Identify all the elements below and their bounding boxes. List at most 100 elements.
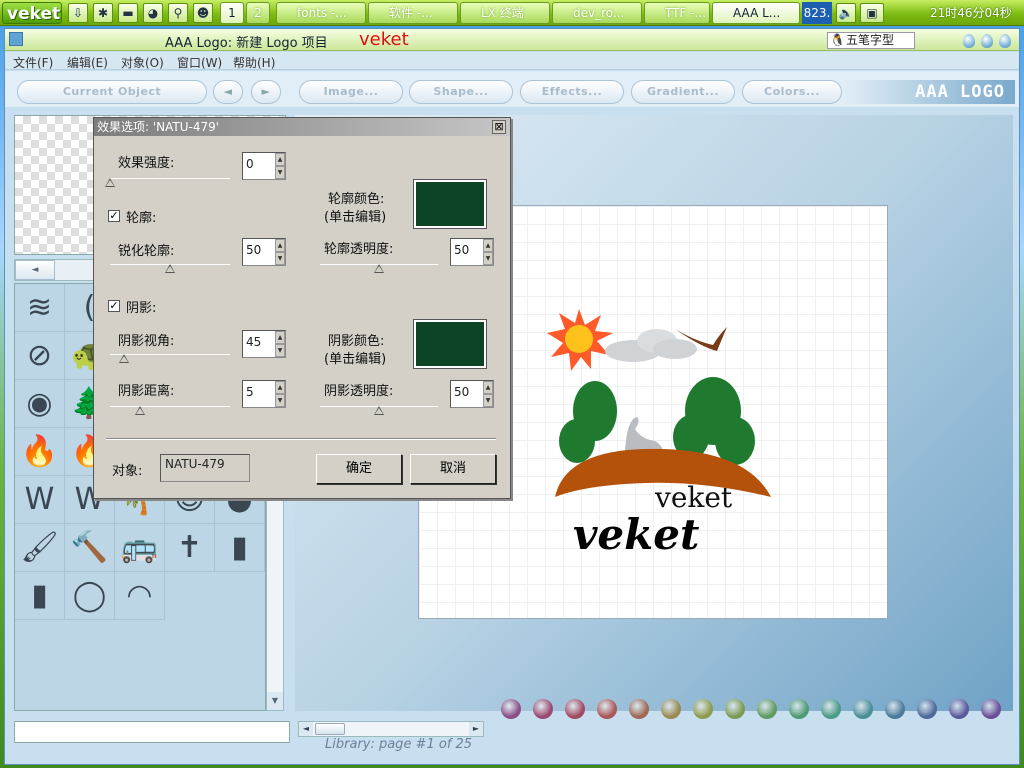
spin-down-arrow[interactable]: ▼ [483, 252, 493, 265]
library-icon-cell[interactable]: ◠ [115, 572, 165, 620]
chat-icon[interactable]: ☻ [193, 3, 213, 23]
task-button-aaalogo[interactable]: AAA L... [712, 2, 800, 24]
scroll-left-arrow[interactable]: ◄ [15, 260, 55, 280]
minimize-icon[interactable] [963, 34, 975, 48]
spin-up-arrow[interactable]: ▲ [483, 239, 493, 252]
scroll-down-arrow[interactable]: ▼ [267, 692, 283, 710]
menu-help[interactable]: 帮助(H) [233, 54, 275, 71]
color-swatch-dot[interactable] [629, 699, 649, 719]
spin-up-arrow[interactable]: ▲ [483, 381, 493, 394]
library-next-arrow[interactable]: ► [469, 722, 483, 736]
settings-icon[interactable]: ✱ [93, 3, 113, 23]
browser-icon[interactable]: ◕ [143, 3, 163, 23]
workspace-2-button[interactable]: 2 [246, 2, 270, 24]
colors-button[interactable]: Colors... [742, 80, 842, 104]
library-icon-cell[interactable]: ▮ [215, 524, 265, 572]
library-scroll-thumb[interactable] [315, 723, 345, 735]
color-swatch-dot[interactable] [789, 699, 809, 719]
current-object-button[interactable]: Current Object [17, 80, 207, 104]
search-icon[interactable]: ⚲ [168, 3, 188, 23]
library-prev-arrow[interactable]: ◄ [299, 722, 313, 736]
library-icon-cell[interactable]: ▮ [15, 572, 65, 620]
library-icon-cell[interactable]: 🚌 [115, 524, 165, 572]
color-swatch-dot[interactable] [565, 699, 585, 719]
color-swatch-dot[interactable] [917, 699, 937, 719]
library-icon-cell[interactable]: ◯ [65, 572, 115, 620]
gradient-button[interactable]: Gradient... [631, 80, 735, 104]
library-icon-cell[interactable]: W [15, 476, 65, 524]
terminal-icon[interactable]: ▬ [118, 3, 138, 23]
menu-edit[interactable]: 编辑(E) [67, 54, 108, 71]
window-titlebar[interactable]: AAA Logo: 新建 Logo 项目 veket 🐧 五笔字型 [5, 29, 1019, 51]
prev-object-button[interactable]: ◄ [213, 80, 243, 104]
intensity-spinner[interactable]: 0 ▲ ▼ [242, 152, 286, 180]
spin-down-arrow[interactable]: ▼ [275, 344, 285, 357]
ime-indicator[interactable]: 🐧 五笔字型 [827, 32, 915, 49]
ok-button[interactable]: 确定 [316, 454, 402, 484]
library-icon-cell[interactable]: 🔥 [15, 428, 65, 476]
effects-button[interactable]: Effects... [520, 80, 624, 104]
cancel-button[interactable]: 取消 [410, 454, 496, 484]
color-swatch-dot[interactable] [725, 699, 745, 719]
color-swatch-dot[interactable] [501, 699, 521, 719]
task-button-devro[interactable]: dev_ro... [552, 2, 642, 24]
intensity-slider-thumb[interactable] [105, 178, 115, 187]
color-swatch-dot[interactable] [661, 699, 681, 719]
logo-artwork[interactable]: veket veket [545, 301, 785, 561]
library-search-input[interactable] [14, 721, 290, 743]
sharpen-slider-thumb[interactable] [165, 264, 175, 273]
start-button[interactable]: veket [2, 2, 62, 24]
files-icon[interactable]: ⇩ [68, 3, 88, 23]
spin-up-arrow[interactable]: ▲ [275, 239, 285, 252]
dialog-close-icon[interactable]: ⊠ [492, 120, 506, 134]
workspace-1-button[interactable]: 1 [220, 2, 244, 24]
outline-color-swatch[interactable] [413, 179, 487, 229]
color-swatch-dot[interactable] [981, 699, 1001, 719]
color-swatch-dot[interactable] [597, 699, 617, 719]
shadow-angle-spinner[interactable]: 45 ▲ ▼ [242, 330, 286, 358]
shadow-color-swatch[interactable] [413, 319, 487, 369]
library-icon-cell[interactable]: ⊘ [15, 332, 65, 380]
color-swatch-dot[interactable] [885, 699, 905, 719]
shadow-opacity-spinner[interactable]: 50 ▲ ▼ [450, 380, 494, 408]
network-icon[interactable]: ▣ [860, 3, 884, 23]
outline-opacity-spinner[interactable]: 50 ▲ ▼ [450, 238, 494, 266]
task-button-ttf[interactable]: TTF -... [644, 2, 710, 24]
color-swatch-dot[interactable] [853, 699, 873, 719]
library-icon-cell[interactable]: ✝ [165, 524, 215, 572]
shadow-distance-slider-thumb[interactable] [135, 406, 145, 415]
close-icon[interactable] [999, 34, 1011, 48]
shadow-distance-spinner[interactable]: 5 ▲ ▼ [242, 380, 286, 408]
spin-up-arrow[interactable]: ▲ [275, 381, 285, 394]
color-swatch-dot[interactable] [533, 699, 553, 719]
library-icon-cell[interactable]: ≋ [15, 284, 65, 332]
library-icon-cell[interactable]: 🔨 [65, 524, 115, 572]
spin-down-arrow[interactable]: ▼ [275, 252, 285, 265]
color-swatch-dot[interactable] [821, 699, 841, 719]
task-button-terminal[interactable]: LX 终端 [460, 2, 550, 24]
spin-down-arrow[interactable]: ▼ [483, 394, 493, 407]
library-icon-cell[interactable]: ◉ [15, 380, 65, 428]
shadow-opacity-slider-thumb[interactable] [374, 406, 384, 415]
color-swatch-dot[interactable] [949, 699, 969, 719]
library-icon-cell[interactable]: 🖌 [15, 524, 65, 572]
spin-up-arrow[interactable]: ▲ [275, 153, 285, 166]
sharpen-spinner[interactable]: 50 ▲ ▼ [242, 238, 286, 266]
shadow-checkbox[interactable]: ✓ [108, 300, 120, 312]
intensity-slider[interactable] [110, 178, 230, 179]
task-button-software[interactable]: 软件 -... [368, 2, 458, 24]
menu-window[interactable]: 窗口(W) [177, 54, 222, 71]
color-swatch-dot[interactable] [693, 699, 713, 719]
shadow-distance-slider[interactable] [110, 406, 230, 407]
color-swatch-dot[interactable] [757, 699, 777, 719]
menu-object[interactable]: 对象(O) [121, 54, 164, 71]
shape-button[interactable]: Shape... [409, 80, 513, 104]
library-page-scrollbar[interactable]: ◄ ► [298, 721, 484, 737]
maximize-icon[interactable] [981, 34, 993, 48]
next-object-button[interactable]: ► [251, 80, 281, 104]
spin-down-arrow[interactable]: ▼ [275, 166, 285, 179]
menu-file[interactable]: 文件(F) [13, 54, 53, 71]
volume-icon[interactable]: 🔈 [836, 3, 856, 23]
outline-opacity-slider-thumb[interactable] [374, 264, 384, 273]
task-button-fonts[interactable]: fonts -... [276, 2, 366, 24]
